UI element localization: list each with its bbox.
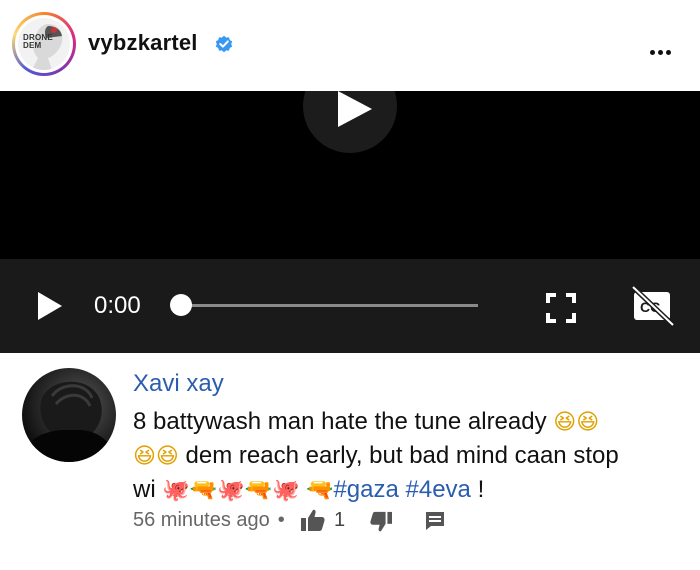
octopus-emoji-icon: 🐙 bbox=[162, 478, 190, 503]
comment-text-line1: 8 battywash man hate the tune already bbox=[133, 408, 547, 435]
video-time: 0:00 bbox=[94, 292, 141, 319]
comment-body: 8 battywash man hate the tune already 😆😆… bbox=[133, 405, 673, 507]
meta-separator: • bbox=[277, 509, 285, 531]
water-pistol-emoji-icon: 🔫 bbox=[244, 478, 272, 503]
video-player[interactable]: 0:00 CC bbox=[0, 91, 700, 353]
comment-author[interactable]: Xavi xay bbox=[133, 370, 224, 398]
closed-captions-off-icon[interactable]: CC bbox=[631, 285, 675, 329]
avatar-logo-text: DRONE DEM bbox=[23, 33, 53, 50]
comment-text-end: ! bbox=[477, 476, 485, 503]
verified-badge-icon bbox=[215, 35, 233, 53]
like-count: 1 bbox=[334, 509, 346, 531]
seek-handle[interactable] bbox=[170, 294, 192, 316]
play-icon[interactable] bbox=[38, 292, 62, 320]
thumbs-up-icon[interactable] bbox=[301, 509, 325, 531]
post-header: DRONE DEM vybzkartel bbox=[0, 0, 700, 90]
commenter-avatar[interactable] bbox=[22, 368, 116, 462]
water-pistol-emoji-icon: 🔫 bbox=[189, 478, 218, 503]
comment-time: 56 minutes ago bbox=[133, 509, 270, 531]
comment-text-line2: dem reach early, but bad mind caan stop bbox=[185, 442, 619, 469]
hashtag-4eva[interactable]: #4eva bbox=[406, 476, 471, 503]
thumbs-down-icon[interactable] bbox=[370, 511, 392, 533]
big-play-button[interactable] bbox=[303, 91, 397, 153]
octopus-emoji-icon: 🐙 bbox=[271, 478, 300, 503]
username[interactable]: vybzkartel bbox=[88, 30, 198, 56]
comment-meta: 56 minutes ago • bbox=[133, 509, 291, 532]
comment-text-line3: wi bbox=[133, 476, 156, 503]
hashtag-gaza[interactable]: #gaza bbox=[333, 476, 398, 503]
seek-bar[interactable] bbox=[180, 304, 478, 307]
more-options-icon[interactable] bbox=[650, 42, 674, 60]
laughing-emoji-icon: 😆😆 bbox=[133, 444, 179, 469]
profile-avatar[interactable]: DRONE DEM bbox=[12, 12, 76, 76]
octopus-emoji-icon: 🐙 bbox=[217, 478, 245, 503]
laughing-emoji-icon: 😆😆 bbox=[553, 410, 600, 435]
fullscreen-icon[interactable] bbox=[546, 293, 576, 323]
water-pistol-emoji-icon: 🔫 bbox=[306, 478, 334, 503]
avatar-image: DRONE DEM bbox=[18, 18, 70, 70]
big-play-icon bbox=[338, 91, 372, 127]
reply-icon[interactable] bbox=[425, 511, 445, 531]
